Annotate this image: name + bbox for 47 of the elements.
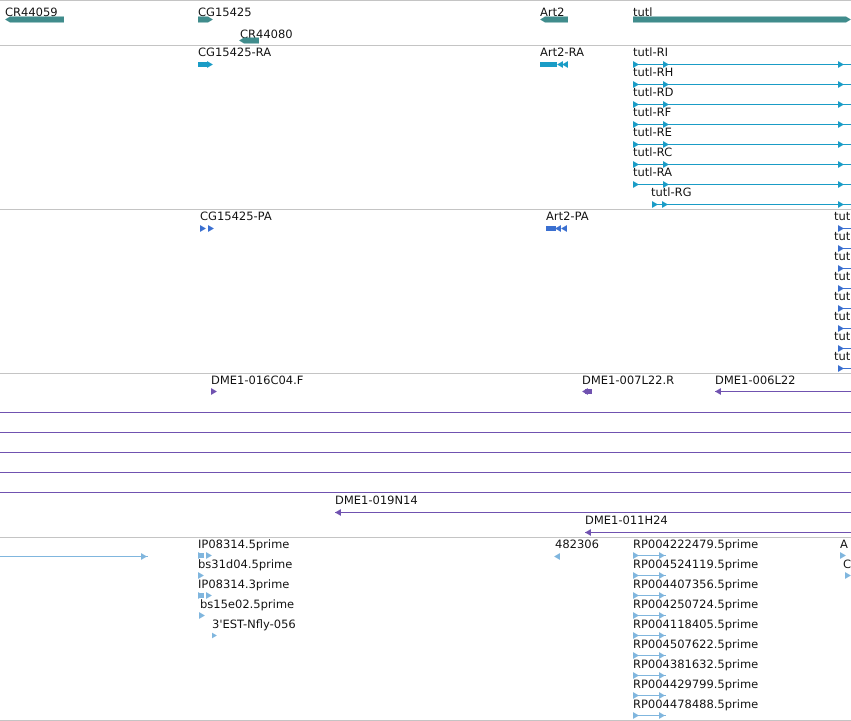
feature-label: RP004250724.5prime — [633, 597, 758, 611]
feature-label: 3'EST-Nfly-056 — [212, 617, 296, 631]
feature-label: Art2 — [540, 5, 564, 19]
feature-label: tut — [834, 329, 850, 343]
feature-label: RP004429799.5prime — [633, 677, 758, 691]
feature-label: CG15425 — [198, 5, 252, 19]
feature-label: tut — [834, 229, 850, 243]
feature-label: RP004118405.5prime — [633, 617, 758, 631]
feature-label: tutl-RE — [633, 125, 672, 139]
feature-label: Art2-PA — [546, 209, 589, 223]
feature-label: DME1-016C04.F — [211, 373, 304, 387]
feature-label: 482306 — [555, 537, 599, 551]
feature-label: tut — [834, 349, 850, 363]
feature-label: tut — [834, 209, 850, 223]
feature-label: tutl-RG — [651, 185, 692, 199]
feature-label: CG15425-RA — [198, 45, 272, 59]
feature-label: A — [840, 537, 848, 551]
feature-label: tut — [834, 289, 850, 303]
feature-label: DME1-019N14 — [335, 493, 418, 507]
feature-label: tut — [834, 309, 850, 323]
feature-label: IP08314.3prime — [198, 577, 290, 591]
feature-label: RP004478488.5prime — [633, 697, 758, 711]
feature-label: RP004381632.5prime — [633, 657, 758, 671]
feature-label: tut — [834, 269, 850, 283]
feature-label: tut — [834, 249, 850, 263]
feature-label: bs15e02.5prime — [200, 597, 294, 611]
feature-label: tutl-RA — [633, 165, 672, 179]
feature-label: CR44080 — [240, 27, 293, 41]
feature-label: C — [843, 557, 851, 571]
feature-label: DME1-007L22.R — [582, 373, 674, 387]
feature-label: RP004222479.5prime — [633, 537, 758, 551]
feature-label: tutl-RH — [633, 65, 674, 79]
feature-label: bs31d04.5prime — [198, 557, 292, 571]
feature-label: RP004524119.5prime — [633, 557, 758, 571]
feature-label: RP004407356.5prime — [633, 577, 758, 591]
feature-label: Art2-RA — [540, 45, 584, 59]
feature-label: tutl-RF — [633, 105, 672, 119]
feature-label: tutl — [633, 5, 653, 19]
feature-label: CG15425-PA — [200, 209, 272, 223]
feature-label: DME1-011H24 — [585, 513, 668, 527]
feature-label: IP08314.5prime — [198, 537, 290, 551]
feature-label: tutl-RC — [633, 145, 672, 159]
feature-label: CR44059 — [5, 5, 58, 19]
feature-label: RP004507622.5prime — [633, 637, 758, 651]
feature-label: tutl-RD — [633, 85, 674, 99]
feature-label: tutl-RI — [633, 45, 668, 59]
feature-label: DME1-006L22 — [715, 373, 796, 387]
